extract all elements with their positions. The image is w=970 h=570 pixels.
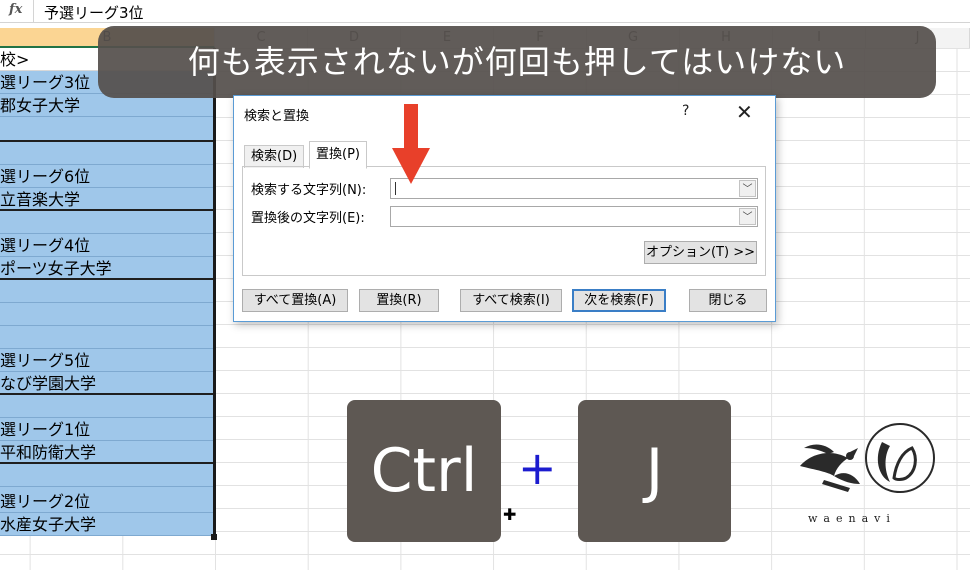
cell[interactable]: 選リーグ6位 [0,165,213,188]
close-button[interactable]: 閉じる [689,289,767,312]
replace-button[interactable]: 置換(R) [359,289,439,312]
cell[interactable] [0,142,213,165]
close-icon[interactable]: ✕ [736,100,753,124]
cell[interactable] [0,303,213,326]
find-replace-dialog: 検索と置換 ? ✕ 検索(D) 置換(P) 検索する文字列(N): ﹀ 置換後の… [233,95,776,322]
cell[interactable]: 選リーグ1位 [0,418,213,441]
options-button[interactable]: オプション(T) >> [644,241,757,264]
formula-bar: fx 予選リーグ3位 [0,0,970,23]
find-next-button[interactable]: 次を検索(F) [572,289,666,312]
plus-sign: + [518,441,557,495]
replace-input[interactable]: ﹀ [390,206,758,227]
red-arrow-icon [392,104,430,184]
formula-bar-divider [33,0,34,22]
cursor-icon: ✚ [503,505,517,524]
formula-input[interactable]: 予選リーグ3位 [44,2,144,23]
find-input[interactable]: ﹀ [390,178,758,199]
cell[interactable] [0,280,213,303]
chevron-down-icon[interactable]: ﹀ [739,180,756,197]
replace-all-button[interactable]: すべて置換(A) [242,289,348,312]
cell[interactable]: ポーツ女子大学 [0,257,213,280]
j-key: J [578,400,731,542]
selection-border [213,48,216,538]
cell[interactable] [0,464,213,487]
fx-icon[interactable]: fx [9,2,22,17]
cell[interactable] [0,117,213,142]
tab-replace[interactable]: 置換(P) [309,141,367,169]
cell[interactable] [0,326,213,349]
caption-overlay: 何も表示されないが何回も押してはいけない [98,26,936,98]
dialog-title: 検索と置換 [244,109,310,124]
cell[interactable]: 選リーグ4位 [0,234,213,257]
cell[interactable]: 選リーグ2位 [0,490,213,513]
help-button[interactable]: ? [682,103,689,119]
cell[interactable]: 平和防衛大学 [0,441,213,464]
tab-find[interactable]: 検索(D) [244,145,305,168]
logo-text: waenavi [808,512,896,525]
find-label: 検索する文字列(N): [251,183,367,198]
find-all-button[interactable]: すべて検索(I) [460,289,562,312]
ctrl-key: Ctrl [347,400,501,542]
cell[interactable] [0,395,213,418]
cell[interactable]: なび学園大学 [0,372,213,395]
replace-label: 置換後の文字列(E): [251,211,365,226]
cell[interactable]: 選リーグ5位 [0,349,213,372]
cell[interactable] [0,211,213,234]
chevron-down-icon[interactable]: ﹀ [739,208,756,225]
cell[interactable]: 水産女子大学 [0,513,213,536]
fill-handle[interactable] [211,534,217,540]
cell[interactable]: 立音楽大学 [0,188,213,211]
column-b: 校> 選リーグ3位 郡女子大学 選リーグ6位 立音楽大学 選リーグ4位 ポーツ女… [0,48,215,538]
